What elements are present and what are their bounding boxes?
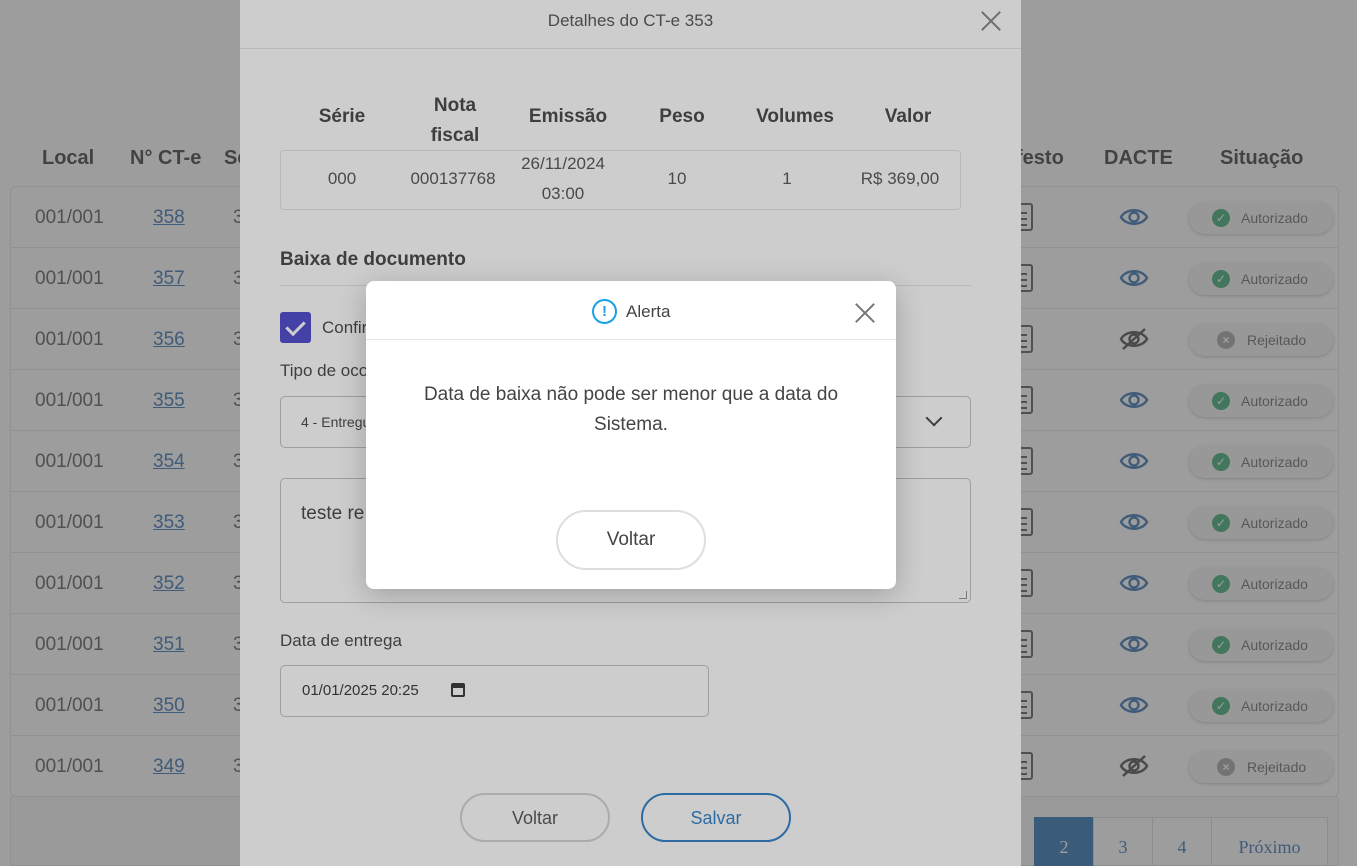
- alert-message: Data de baixa não pode ser menor que a d…: [423, 384, 839, 435]
- exclamation-circle-icon: !: [592, 299, 617, 324]
- alert-dialog: ! Alerta Data de baixa não pode ser meno…: [366, 281, 896, 589]
- alert-title: Alerta: [626, 302, 671, 321]
- alert-voltar-button[interactable]: Voltar: [556, 510, 706, 570]
- close-icon[interactable]: [854, 302, 876, 324]
- alert-header: ! Alerta: [366, 281, 896, 340]
